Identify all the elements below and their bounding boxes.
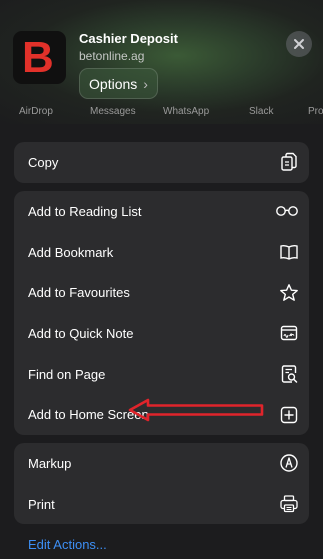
chevron-right-icon: › <box>143 75 148 92</box>
share-target-airdrop[interactable]: AirDrop <box>19 106 53 117</box>
options-label: Options <box>89 75 138 92</box>
share-target-slack[interactable]: Slack <box>249 106 273 117</box>
site-icon: B <box>13 31 66 84</box>
action-copy[interactable]: Copy <box>14 142 309 183</box>
action-find-on-page[interactable]: Find on Page <box>14 354 309 395</box>
share-target-messages[interactable]: Messages <box>90 106 136 117</box>
close-icon <box>294 39 304 49</box>
action-add-bookmark[interactable]: Add Bookmark <box>14 232 309 273</box>
action-group-markup: Markup Print <box>14 443 309 525</box>
action-label: Find on Page <box>28 366 106 382</box>
quick-note-icon <box>279 323 299 343</box>
action-label: Print <box>28 496 55 512</box>
star-icon <box>279 283 299 303</box>
close-button[interactable] <box>286 31 312 57</box>
action-markup[interactable]: Markup <box>14 443 309 484</box>
edit-actions-link[interactable]: Edit Actions... <box>28 537 107 552</box>
book-icon <box>279 242 299 262</box>
action-add-to-reading-list[interactable]: Add to Reading List <box>14 191 309 232</box>
glasses-icon <box>275 201 299 221</box>
action-label: Add to Favourites <box>28 285 130 301</box>
page-url: betonline.ag <box>79 49 145 63</box>
action-add-to-favourites[interactable]: Add to Favourites <box>14 272 309 313</box>
printer-icon <box>279 494 299 514</box>
share-sheet: B Cashier Deposit betonline.ag Options ›… <box>0 0 323 559</box>
action-print[interactable]: Print <box>14 484 309 525</box>
action-label: Markup <box>28 455 72 471</box>
add-square-icon <box>279 405 299 425</box>
action-group-copy: Copy <box>14 142 309 183</box>
site-logo: B <box>22 33 54 82</box>
copy-icon <box>279 152 299 172</box>
page-title: Cashier Deposit <box>79 31 178 46</box>
annotation-arrow <box>128 398 264 422</box>
share-targets-row: AirDrop Messages WhatsApp Slack Pro <box>0 106 323 122</box>
action-label: Add Bookmark <box>28 244 114 260</box>
find-on-page-icon <box>279 364 299 384</box>
share-sheet-header: B Cashier Deposit betonline.ag Options ›… <box>0 0 323 124</box>
share-target-whatsapp[interactable]: WhatsApp <box>163 106 209 117</box>
action-add-to-quick-note[interactable]: Add to Quick Note <box>14 313 309 354</box>
share-target-pro[interactable]: Pro <box>308 106 323 117</box>
action-label: Add to Reading List <box>28 203 142 219</box>
action-label: Copy <box>28 154 59 170</box>
options-button[interactable]: Options › <box>79 68 158 99</box>
markup-icon <box>279 453 299 473</box>
action-label: Add to Quick Note <box>28 325 134 341</box>
